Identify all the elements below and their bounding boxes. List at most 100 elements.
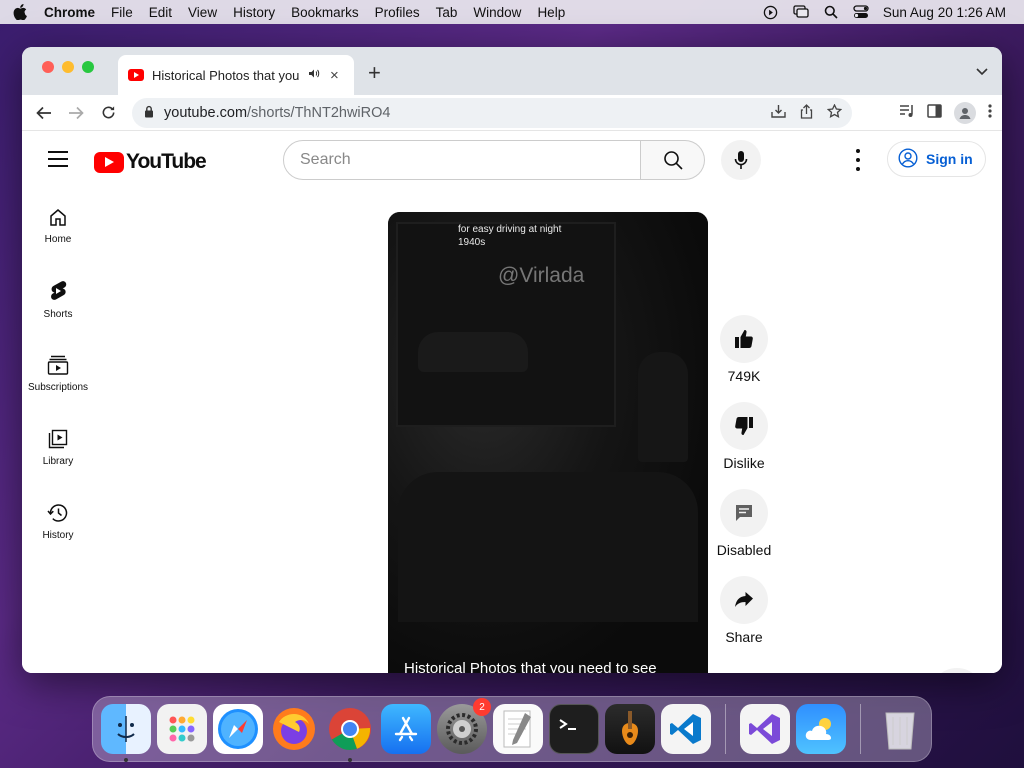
voice-search-button[interactable] bbox=[721, 140, 761, 180]
bookmark-star-icon[interactable] bbox=[826, 103, 843, 122]
library-icon bbox=[48, 429, 68, 449]
tab-audio-icon[interactable] bbox=[308, 68, 320, 82]
new-tab-button[interactable]: + bbox=[368, 60, 381, 86]
running-indicator bbox=[348, 758, 352, 762]
guide-menu-icon[interactable] bbox=[48, 151, 68, 172]
youtube-favicon-icon bbox=[128, 69, 144, 81]
comments-button[interactable] bbox=[720, 489, 768, 537]
address-bar[interactable]: youtube.com/shorts/ThNT2hwiRO4 bbox=[132, 98, 852, 128]
media-control-icon[interactable] bbox=[763, 4, 779, 20]
dock-weather-icon[interactable] bbox=[796, 704, 846, 754]
youtube-logo-text: YouTube bbox=[126, 150, 207, 173]
youtube-play-icon bbox=[94, 151, 124, 173]
reload-icon[interactable] bbox=[92, 97, 124, 129]
shorts-action-bar: 749K Dislike Disabled Share bbox=[714, 315, 774, 663]
dock-separator bbox=[725, 704, 726, 754]
thumbs-up-icon bbox=[735, 330, 753, 348]
dislike-button[interactable] bbox=[720, 402, 768, 450]
dock: 2 bbox=[92, 696, 932, 762]
subscriptions-icon bbox=[47, 355, 69, 375]
sidebar-item-history[interactable]: History bbox=[22, 485, 94, 559]
site-info-lock-icon[interactable] bbox=[144, 105, 154, 122]
dock-terminal-icon[interactable] bbox=[549, 704, 599, 754]
dock-chrome-icon[interactable] bbox=[325, 704, 375, 762]
share-action: Share bbox=[714, 576, 774, 645]
video-caption-line: for easy driving at night bbox=[458, 224, 562, 235]
sidebar-item-label: Library bbox=[42, 456, 74, 467]
share-page-icon[interactable] bbox=[800, 103, 813, 123]
dock-firefox-icon[interactable] bbox=[269, 704, 319, 754]
spotlight-search-icon[interactable] bbox=[823, 4, 839, 20]
tab-close-icon[interactable]: × bbox=[330, 67, 339, 84]
close-window-button[interactable] bbox=[42, 61, 54, 73]
menu-window[interactable]: Window bbox=[465, 5, 529, 20]
forward-arrow-icon[interactable] bbox=[60, 97, 92, 129]
share-button[interactable] bbox=[720, 576, 768, 624]
sidebar-item-label: History bbox=[42, 530, 74, 541]
settings-badge: 2 bbox=[473, 698, 491, 716]
search-icon bbox=[663, 151, 683, 170]
dock-vscode-icon[interactable] bbox=[661, 704, 711, 754]
history-icon bbox=[47, 504, 68, 522]
profile-avatar-icon[interactable] bbox=[954, 102, 976, 124]
next-short-button[interactable] bbox=[930, 668, 984, 673]
menu-edit[interactable]: Edit bbox=[141, 5, 180, 20]
shorts-video-player[interactable]: for easy driving at night 1940s @Virlada… bbox=[388, 212, 708, 673]
search-input[interactable]: Search bbox=[283, 140, 641, 180]
menu-profiles[interactable]: Profiles bbox=[367, 5, 428, 20]
dock-launchpad-icon[interactable] bbox=[157, 704, 207, 754]
menu-file[interactable]: File bbox=[103, 5, 141, 20]
like-action: 749K bbox=[714, 315, 774, 384]
dock-system-settings-icon[interactable]: 2 bbox=[437, 698, 491, 754]
thumbs-down-icon bbox=[735, 417, 753, 435]
control-center-icon[interactable] bbox=[853, 4, 869, 20]
zoom-window-button[interactable] bbox=[82, 61, 94, 73]
dock-safari-icon[interactable] bbox=[213, 704, 263, 754]
share-arrow-icon bbox=[735, 592, 753, 607]
dock-visual-studio-icon[interactable] bbox=[740, 704, 790, 754]
window-controls bbox=[42, 61, 94, 73]
youtube-logo[interactable]: YouTube bbox=[94, 150, 207, 174]
reading-list-icon[interactable] bbox=[899, 104, 915, 123]
side-panel-icon[interactable] bbox=[927, 103, 942, 123]
dock-garageband-icon[interactable] bbox=[605, 704, 655, 754]
dock-finder-icon[interactable] bbox=[101, 704, 151, 762]
tab-strip: Historical Photos that you need to see ×… bbox=[22, 47, 1002, 95]
short-title[interactable]: Historical Photos that you need to see bbox=[404, 660, 657, 673]
menubar-clock[interactable]: Sun Aug 20 1:26 AM bbox=[883, 5, 1006, 20]
menu-tab[interactable]: Tab bbox=[428, 5, 466, 20]
sidebar-item-subscriptions[interactable]: Subscriptions bbox=[22, 337, 94, 411]
menu-bookmarks[interactable]: Bookmarks bbox=[283, 5, 367, 20]
browser-window: Historical Photos that you need to see ×… bbox=[22, 47, 1002, 673]
video-caption-line: 1940s bbox=[458, 237, 486, 248]
url-host: youtube.com bbox=[164, 105, 248, 121]
menu-history[interactable]: History bbox=[225, 5, 283, 20]
apple-menu-icon[interactable] bbox=[0, 4, 40, 20]
minimize-window-button[interactable] bbox=[62, 61, 74, 73]
dock-separator bbox=[860, 704, 861, 754]
comments-label: Disabled bbox=[716, 542, 772, 558]
sign-in-button[interactable]: Sign in bbox=[887, 141, 986, 177]
install-app-icon[interactable] bbox=[771, 104, 786, 122]
back-arrow-icon[interactable] bbox=[28, 97, 60, 129]
dock-app-store-icon[interactable] bbox=[381, 704, 431, 754]
tab-search-chevron-icon[interactable] bbox=[976, 63, 988, 81]
menu-app-name[interactable]: Chrome bbox=[40, 5, 103, 20]
search-button[interactable] bbox=[641, 140, 705, 180]
chrome-menu-icon[interactable] bbox=[988, 103, 992, 123]
like-button[interactable] bbox=[720, 315, 768, 363]
tab-active[interactable]: Historical Photos that you need to see × bbox=[118, 55, 354, 95]
youtube-header: YouTube Search Sign in bbox=[22, 131, 1002, 189]
video-scene-car-hood bbox=[398, 472, 698, 622]
settings-more-icon[interactable] bbox=[848, 149, 868, 171]
sidebar-item-library[interactable]: Library bbox=[22, 411, 94, 485]
menu-help[interactable]: Help bbox=[529, 5, 573, 20]
sidebar-item-shorts[interactable]: Shorts bbox=[22, 263, 94, 337]
sidebar-item-home[interactable]: Home bbox=[22, 189, 94, 263]
home-icon bbox=[50, 209, 66, 226]
menu-view[interactable]: View bbox=[180, 5, 225, 20]
dislike-action: Dislike bbox=[714, 402, 774, 471]
screen-mirroring-icon[interactable] bbox=[793, 4, 809, 20]
dock-trash-icon[interactable] bbox=[875, 704, 925, 754]
dock-textedit-icon[interactable] bbox=[493, 704, 543, 754]
